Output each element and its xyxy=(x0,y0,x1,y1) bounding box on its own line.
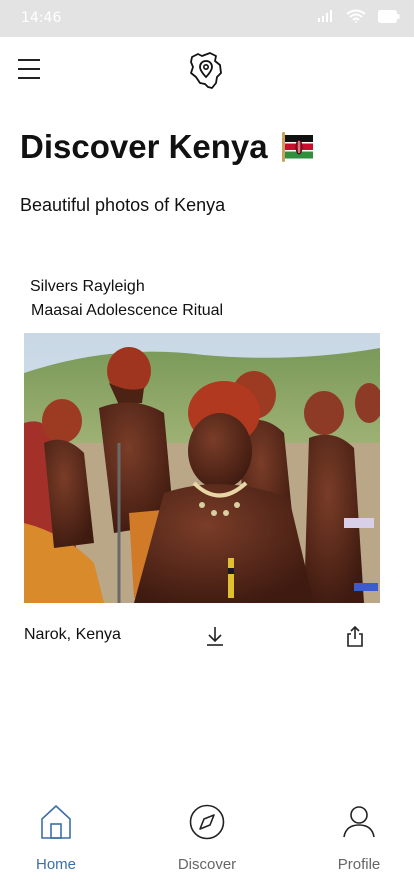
photo-location: Narok, Kenya xyxy=(24,626,121,643)
tab-discover[interactable]: Discover xyxy=(162,802,252,882)
kenya-map-pin-logo[interactable] xyxy=(188,51,224,91)
menu-bar-line xyxy=(18,77,40,79)
status-time: 14:46 xyxy=(21,10,62,26)
battery-icon xyxy=(378,9,400,23)
maasai-photo[interactable] xyxy=(24,333,380,603)
menu-bar-line xyxy=(18,59,40,61)
hamburger-menu-icon[interactable] xyxy=(18,59,42,81)
tab-profile-label: Profile xyxy=(337,856,381,873)
tab-profile[interactable]: Profile xyxy=(314,802,404,882)
bottom-tab-bar: Home Discover Profile xyxy=(0,790,414,896)
compass-icon xyxy=(189,804,225,840)
menu-bar-line xyxy=(18,68,40,70)
status-bar: 14:46 xyxy=(0,0,414,37)
tab-discover-label: Discover xyxy=(177,856,237,873)
photo-image xyxy=(24,333,380,603)
tab-home[interactable]: Home xyxy=(11,802,101,882)
photo-author[interactable]: Silvers Rayleigh xyxy=(30,278,145,296)
page-title-text: Discover Kenya xyxy=(20,128,268,165)
signal-icon xyxy=(318,10,332,22)
status-icons xyxy=(318,9,400,23)
wifi-icon xyxy=(346,9,366,23)
home-icon xyxy=(41,805,71,839)
photo-caption: Maasai Adolescence Ritual xyxy=(31,302,224,319)
page-title: Discover Kenya xyxy=(20,128,314,166)
download-icon[interactable] xyxy=(204,624,226,648)
share-icon[interactable] xyxy=(344,624,366,648)
tab-home-label: Home xyxy=(35,856,76,873)
user-icon xyxy=(343,806,375,838)
kenya-flag-icon xyxy=(281,132,313,162)
top-app-bar xyxy=(0,37,414,105)
page-subtitle: Beautiful photos of Kenya xyxy=(20,195,226,215)
